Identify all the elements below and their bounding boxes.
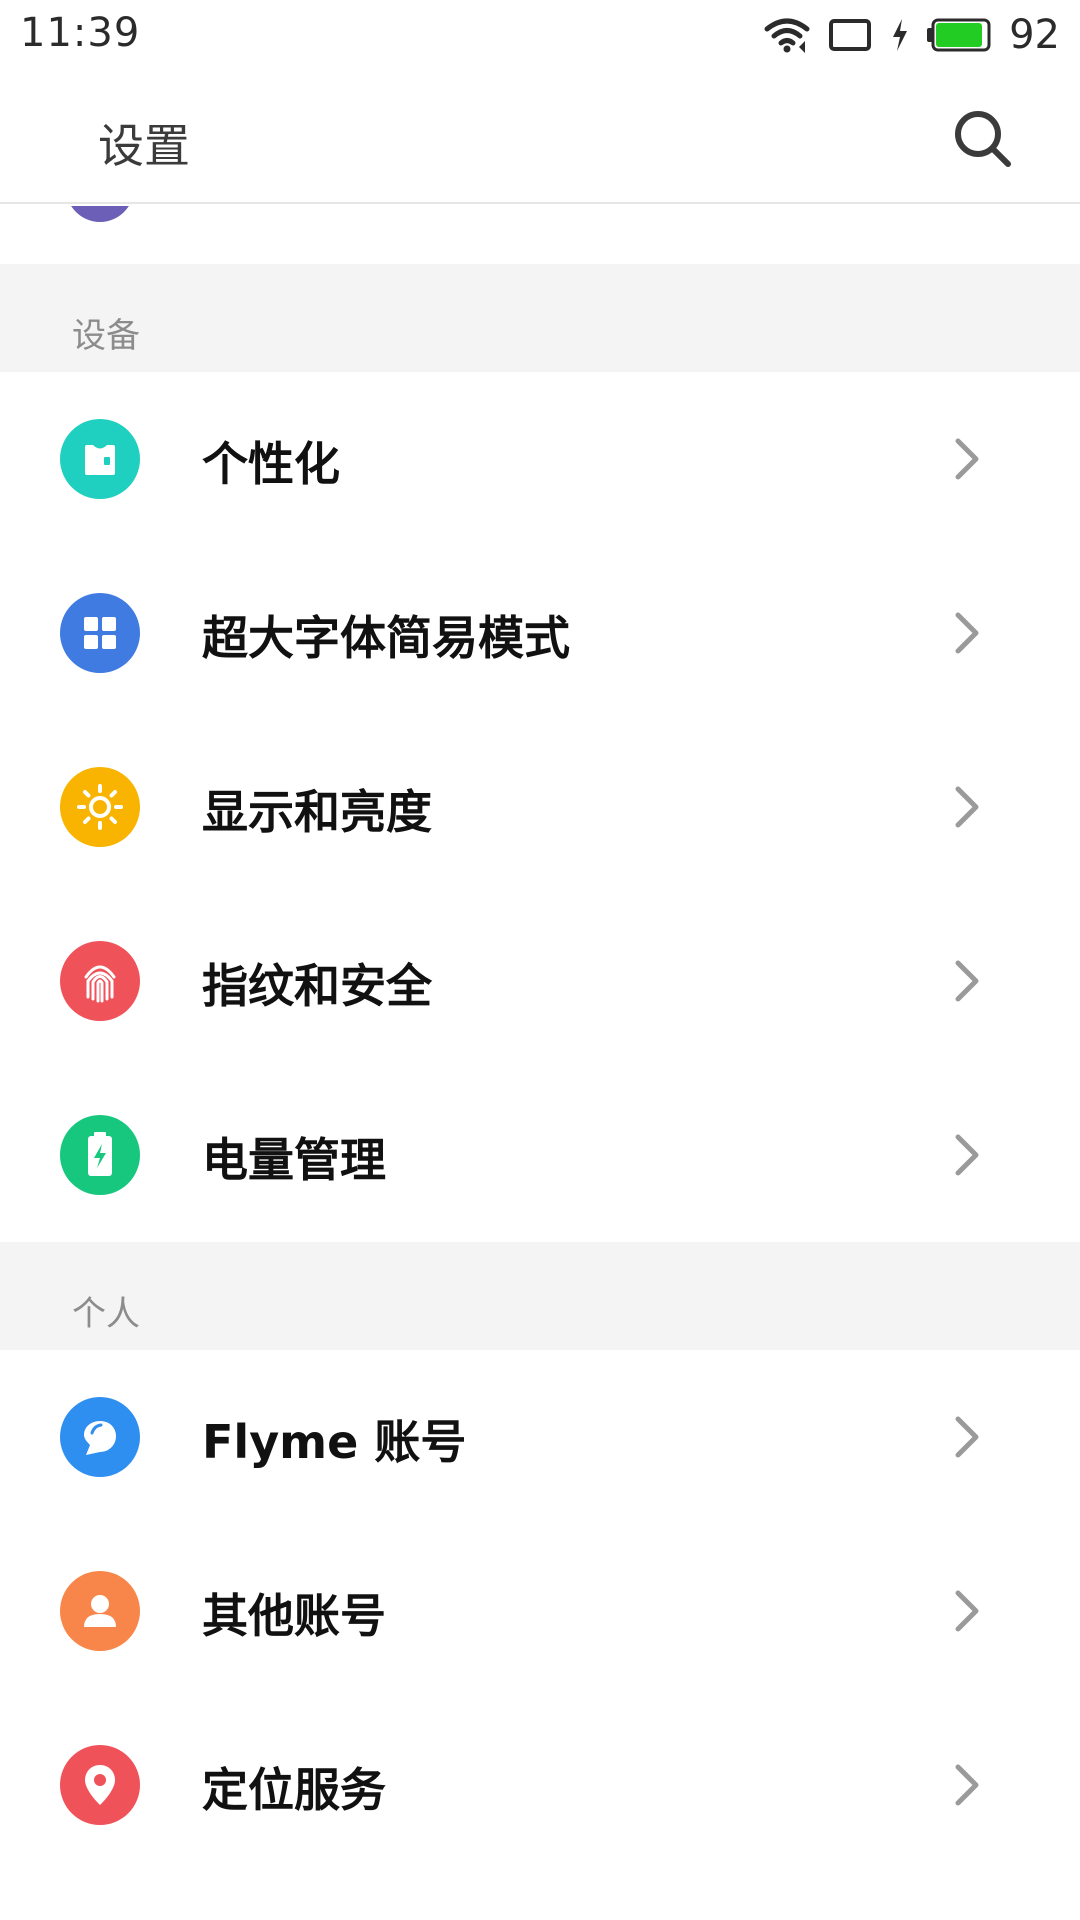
flyme-icon	[60, 1397, 140, 1477]
wifi-icon	[764, 18, 810, 53]
battery-icon	[927, 18, 991, 52]
section-header-label: 设备	[72, 316, 140, 356]
settings-item-label: 指纹和安全	[202, 959, 432, 1013]
fingerprint-icon	[60, 941, 140, 1021]
personalize-icon	[60, 419, 140, 499]
settings-list[interactable]: 设备 个性化 超大字体简易模式 显示和亮度 指纹和安全 电量管理 个人 Flym…	[0, 206, 1080, 1920]
status-icons: 92	[763, 10, 1060, 60]
chevron-right-icon	[955, 1764, 979, 1806]
chevron-right-icon	[955, 1416, 979, 1458]
section-header-personal: 个人	[0, 1242, 1080, 1350]
settings-item-label: 其他账号	[202, 1589, 386, 1643]
chevron-right-icon	[955, 1590, 979, 1632]
grid-icon	[60, 593, 140, 673]
page-title: 设置	[98, 119, 190, 173]
battery-percent: 92	[1009, 12, 1060, 58]
settings-item-display-brightness[interactable]: 显示和亮度	[0, 720, 1080, 894]
settings-item-label: 电量管理	[202, 1133, 386, 1187]
chevron-right-icon	[955, 786, 979, 828]
settings-item-label: 定位服务	[202, 1763, 386, 1817]
screen-icon	[829, 19, 872, 51]
chevron-right-icon	[955, 438, 979, 480]
account-icon	[60, 1571, 140, 1651]
settings-item-label: 个性化	[202, 437, 340, 491]
settings-item-fingerprint-security[interactable]: 指纹和安全	[0, 894, 1080, 1068]
location-icon	[60, 1745, 140, 1825]
status-bar: 11:39 92	[0, 0, 1080, 70]
charging-icon	[893, 19, 908, 51]
settings-item-battery-management[interactable]: 电量管理	[0, 1068, 1080, 1242]
settings-item-label: 显示和亮度	[202, 785, 432, 839]
section-header-device: 设备	[0, 264, 1080, 372]
settings-item-large-font-mode[interactable]: 超大字体简易模式	[0, 546, 1080, 720]
settings-item-location-service[interactable]: 定位服务	[0, 1698, 1080, 1872]
chevron-right-icon	[955, 960, 979, 1002]
app-bar: 设置	[0, 70, 1080, 204]
settings-item-personalize[interactable]: 个性化	[0, 372, 1080, 546]
settings-item-label: 超大字体简易模式	[202, 611, 570, 665]
partial-item-icon	[66, 206, 134, 222]
section-header-label: 个人	[72, 1294, 140, 1334]
settings-item-other-accounts[interactable]: 其他账号	[0, 1524, 1080, 1698]
settings-item-flyme-account[interactable]: Flyme 账号	[0, 1350, 1080, 1524]
settings-item-label: Flyme 账号	[202, 1415, 467, 1469]
status-time: 11:39	[20, 10, 141, 56]
battery-power-icon	[60, 1115, 140, 1195]
search-icon[interactable]	[950, 106, 1016, 172]
chevron-right-icon	[955, 1134, 979, 1176]
sun-icon	[60, 767, 140, 847]
chevron-right-icon	[955, 612, 979, 654]
